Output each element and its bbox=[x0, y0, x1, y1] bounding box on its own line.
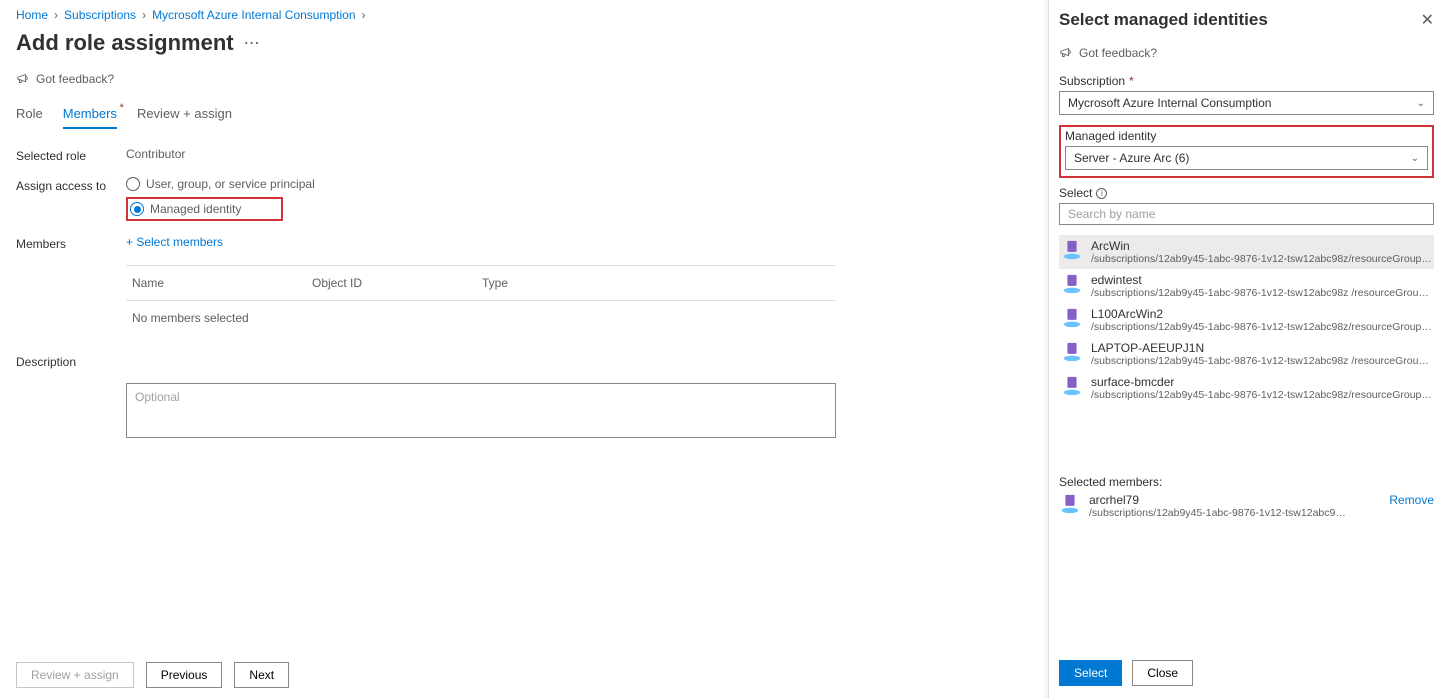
subscription-value: Mycrosoft Azure Internal Consumption bbox=[1068, 96, 1271, 110]
chevron-right-icon: › bbox=[54, 8, 58, 22]
breadcrumb: Home › Subscriptions › Mycrosoft Azure I… bbox=[16, 8, 1024, 22]
select-label: Select i bbox=[1059, 186, 1434, 200]
identity-path: /subscriptions/12ab9y45-1abc-9876-1v12-t… bbox=[1091, 253, 1432, 265]
members-label: Members bbox=[16, 235, 126, 251]
main-content: Home › Subscriptions › Mycrosoft Azure I… bbox=[0, 0, 1040, 698]
table-header-type: Type bbox=[476, 266, 836, 300]
close-icon[interactable]: ✕ bbox=[1421, 10, 1434, 30]
identity-item-surface[interactable]: surface-bmcder /subscriptions/12ab9y45-1… bbox=[1059, 371, 1434, 405]
no-members-message: No members selected bbox=[126, 301, 836, 335]
identity-path: /subscriptions/12ab9y45-1abc-9876-1v12-t… bbox=[1091, 287, 1432, 299]
select-managed-identities-panel: Select managed identities ✕ Got feedback… bbox=[1048, 0, 1448, 698]
feedback-label: Got feedback? bbox=[36, 72, 114, 86]
required-indicator: * bbox=[120, 102, 124, 114]
selected-member-path: /subscriptions/12ab9y45-1abc-9876-1v12-t… bbox=[1089, 507, 1349, 519]
page-title-row: Add role assignment ⋯ bbox=[16, 30, 1024, 56]
search-placeholder: Search by name bbox=[1068, 207, 1155, 221]
identity-name: L100ArcWin2 bbox=[1091, 307, 1432, 321]
required-indicator: * bbox=[1129, 74, 1134, 88]
managed-identity-label: Managed identity bbox=[1065, 129, 1428, 143]
subscription-select[interactable]: Mycrosoft Azure Internal Consumption ⌄ bbox=[1059, 91, 1434, 115]
tab-review[interactable]: Review + assign bbox=[137, 102, 232, 129]
select-label-text: Select bbox=[1059, 186, 1092, 200]
members-table: Name Object ID Type No members selected bbox=[126, 265, 836, 335]
breadcrumb-subscription-name[interactable]: Mycrosoft Azure Internal Consumption bbox=[152, 8, 355, 22]
remove-member-link[interactable]: Remove bbox=[1389, 493, 1434, 507]
selected-members-label: Selected members: bbox=[1059, 475, 1434, 489]
chevron-down-icon: ⌄ bbox=[1417, 98, 1425, 109]
identity-name: edwintest bbox=[1091, 273, 1432, 287]
identity-item-l100arcwin2[interactable]: L100ArcWin2 /subscriptions/12ab9y45-1abc… bbox=[1059, 303, 1434, 337]
identity-list: ArcWin /subscriptions/12ab9y45-1abc-9876… bbox=[1059, 235, 1434, 405]
table-header-objectid: Object ID bbox=[306, 266, 476, 300]
chevron-right-icon: › bbox=[362, 8, 366, 22]
table-header-name: Name bbox=[126, 266, 306, 300]
identity-item-edwintest[interactable]: edwintest /subscriptions/12ab9y45-1abc-9… bbox=[1059, 269, 1434, 303]
selected-member-name: arcrhel79 bbox=[1089, 493, 1349, 507]
radio-user-group-sp[interactable]: User, group, or service principal bbox=[126, 177, 315, 191]
select-members-link[interactable]: + Select members bbox=[126, 235, 223, 249]
review-assign-button[interactable]: Review + assign bbox=[16, 662, 134, 688]
wizard-footer: Review + assign Previous Next bbox=[16, 662, 289, 688]
server-arc-icon bbox=[1061, 307, 1083, 329]
managed-identity-value: Server - Azure Arc (6) bbox=[1074, 151, 1189, 165]
highlight-managed-identity-field: Managed identity Server - Azure Arc (6) … bbox=[1059, 125, 1434, 178]
identity-item-laptop[interactable]: LAPTOP-AEEUPJ1N /subscriptions/12ab9y45-… bbox=[1059, 337, 1434, 371]
next-button[interactable]: Next bbox=[234, 662, 289, 688]
server-arc-icon bbox=[1059, 493, 1081, 515]
radio-user-label: User, group, or service principal bbox=[146, 177, 315, 191]
managed-identity-select[interactable]: Server - Azure Arc (6) ⌄ bbox=[1065, 146, 1428, 170]
radio-icon bbox=[130, 202, 144, 216]
identity-path: /subscriptions/12ab9y45-1abc-9876-1v12-t… bbox=[1091, 321, 1432, 333]
server-arc-icon bbox=[1061, 273, 1083, 295]
chevron-down-icon: ⌄ bbox=[1411, 153, 1419, 164]
identity-name: ArcWin bbox=[1091, 239, 1432, 253]
identity-name: LAPTOP-AEEUPJ1N bbox=[1091, 341, 1432, 355]
tab-role[interactable]: Role bbox=[16, 102, 43, 129]
server-arc-icon bbox=[1061, 375, 1083, 397]
megaphone-icon bbox=[1059, 46, 1073, 60]
chevron-right-icon: › bbox=[142, 8, 146, 22]
panel-got-feedback-link[interactable]: Got feedback? bbox=[1059, 46, 1434, 60]
server-arc-icon bbox=[1061, 239, 1083, 261]
breadcrumb-subscriptions[interactable]: Subscriptions bbox=[64, 8, 136, 22]
breadcrumb-home[interactable]: Home bbox=[16, 8, 48, 22]
description-input[interactable]: Optional bbox=[126, 383, 836, 438]
close-button[interactable]: Close bbox=[1132, 660, 1193, 686]
more-actions-icon[interactable]: ⋯ bbox=[244, 33, 260, 53]
identity-path: /subscriptions/12ab9y45-1abc-9876-1v12-t… bbox=[1091, 355, 1432, 367]
info-icon[interactable]: i bbox=[1096, 188, 1107, 199]
select-button[interactable]: Select bbox=[1059, 660, 1122, 686]
radio-managed-identity[interactable]: Managed identity bbox=[130, 202, 241, 216]
search-input[interactable]: Search by name bbox=[1059, 203, 1434, 225]
identity-name: surface-bmcder bbox=[1091, 375, 1432, 389]
selected-members-section: Selected members: arcrhel79 /subscriptio… bbox=[1059, 475, 1434, 519]
tab-members-label: Members bbox=[63, 106, 117, 121]
selected-role-label: Selected role bbox=[16, 147, 126, 163]
subscription-label-text: Subscription bbox=[1059, 74, 1125, 88]
selected-role-value: Contributor bbox=[126, 147, 185, 161]
identity-item-arcwin[interactable]: ArcWin /subscriptions/12ab9y45-1abc-9876… bbox=[1059, 235, 1434, 269]
assign-access-label: Assign access to bbox=[16, 177, 126, 193]
page-title: Add role assignment bbox=[16, 30, 234, 56]
highlight-managed-identity: Managed identity bbox=[126, 197, 283, 221]
tab-bar: Role Members* Review + assign bbox=[16, 102, 1024, 129]
previous-button[interactable]: Previous bbox=[146, 662, 223, 688]
panel-feedback-label: Got feedback? bbox=[1079, 46, 1157, 60]
tab-members[interactable]: Members* bbox=[63, 102, 117, 129]
subscription-label: Subscription * bbox=[1059, 74, 1434, 88]
identity-path: /subscriptions/12ab9y45-1abc-9876-1v12-t… bbox=[1091, 389, 1432, 401]
selected-member-row: arcrhel79 /subscriptions/12ab9y45-1abc-9… bbox=[1059, 493, 1434, 519]
panel-title: Select managed identities bbox=[1059, 10, 1268, 30]
panel-footer: Select Close bbox=[1059, 650, 1434, 698]
radio-mi-label: Managed identity bbox=[150, 202, 241, 216]
got-feedback-link[interactable]: Got feedback? bbox=[16, 72, 1024, 86]
description-label: Description bbox=[16, 353, 126, 369]
radio-icon bbox=[126, 177, 140, 191]
server-arc-icon bbox=[1061, 341, 1083, 363]
megaphone-icon bbox=[16, 72, 30, 86]
